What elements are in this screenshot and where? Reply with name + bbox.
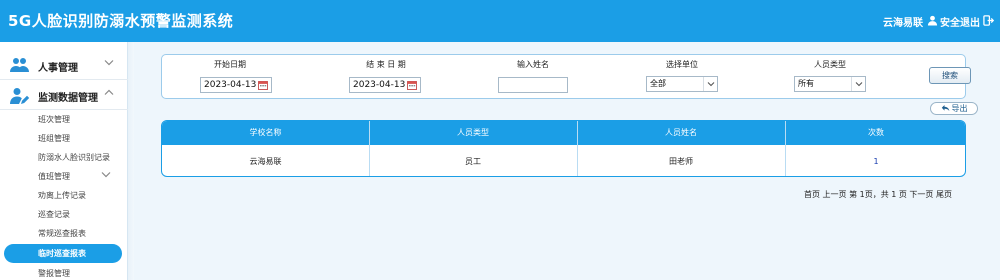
column-header-school: 学校名称 [249, 128, 282, 137]
calendar-icon[interactable] [258, 80, 268, 95]
cell-count[interactable]: 1 [785, 145, 965, 176]
sidebar-item-label: 防溺水人脸识别记录 [38, 153, 110, 162]
name-input[interactable] [498, 77, 568, 93]
chevron-down-icon [101, 171, 111, 181]
name-label: 输入姓名 [517, 60, 549, 69]
sidebar-item-dissuasion-records[interactable]: 劝离上传记录 [0, 186, 128, 205]
start-date-label: 开始日期 [214, 60, 246, 69]
user-menu[interactable]: 云海易联 [883, 14, 938, 29]
cell-type: 员工 [465, 157, 481, 166]
cell-name: 田老师 [669, 157, 693, 166]
cell-school: 云海易联 [249, 157, 282, 166]
start-date-value: 2023-04-13 [204, 80, 257, 90]
chevron-up-icon [104, 89, 114, 99]
sidebar-item-face-records[interactable]: 防溺水人脸识别记录 [0, 148, 128, 167]
logout-button[interactable]: 安全退出 [940, 14, 995, 29]
sidebar-item-label: 班组管理 [38, 134, 70, 143]
logout-icon [983, 14, 995, 29]
sidebar-item-temporary-patrol-report[interactable]: 临时巡查报表 [4, 244, 122, 263]
data-table: 学校名称 人员类型 人员姓名 次数 云海易联 员工 田老师 1 [161, 120, 966, 177]
start-date-input[interactable]: 2023-04-13 [200, 77, 272, 93]
end-date-input[interactable]: 2023-04-13 [349, 77, 421, 93]
unit-select-value: 全部 [650, 79, 666, 88]
end-date-label: 结 束 日 期 [366, 60, 406, 69]
sidebar-item-regular-patrol-report[interactable]: 常规巡查报表 [0, 224, 128, 243]
top-header: 5G人脸识别防溺水预警监测系统 云海易联 安全退出 [0, 0, 1000, 42]
sidebar: 人事管理 监测数据管理 班次管理 班组管理 防溺水人脸识别记录 值班管理 劝离上… [0, 42, 128, 280]
search-button[interactable]: 搜索 [929, 67, 971, 84]
sidebar-item-duty-management[interactable]: 值班管理 [0, 167, 128, 186]
export-label: 导出 [951, 104, 968, 113]
end-date-value: 2023-04-13 [353, 80, 406, 90]
chevron-down-icon [703, 77, 717, 91]
sidebar-item-label: 巡查记录 [38, 210, 70, 219]
sidebar-item-label: 常规巡查报表 [38, 229, 86, 238]
unit-label: 选择单位 [666, 60, 698, 69]
sidebar-group-label: 人事管理 [38, 63, 78, 74]
column-header-name: 人员姓名 [665, 128, 697, 137]
user-name: 云海易联 [883, 18, 923, 29]
column-header-count: 次数 [868, 128, 884, 137]
sidebar-item-label: 临时巡查报表 [38, 249, 86, 258]
user-icon [927, 15, 938, 29]
logout-label: 安全退出 [940, 18, 980, 29]
calendar-icon[interactable] [407, 80, 417, 95]
sidebar-group-personnel[interactable]: 人事管理 [0, 50, 128, 80]
sidebar-item-label: 班次管理 [38, 115, 70, 124]
column-header-type: 人员类型 [457, 128, 489, 137]
users-icon [10, 57, 30, 76]
type-select[interactable]: 所有 [794, 76, 866, 92]
type-label: 人员类型 [814, 60, 846, 69]
pagination[interactable]: 首页 上一页 第 1页，共 1 页 下一页 尾页 [804, 189, 952, 200]
main-content: 开始日期 2023-04-13 结 束 日 期 2023-04-13 输入姓名 … [134, 42, 1000, 280]
export-button[interactable]: 导出 [930, 102, 978, 115]
filter-panel: 开始日期 2023-04-13 结 束 日 期 2023-04-13 输入姓名 … [161, 54, 971, 99]
unit-select[interactable]: 全部 [646, 76, 718, 92]
user-edit-icon [10, 87, 30, 108]
chevron-down-icon [851, 77, 865, 91]
sidebar-item-label: 警报管理 [38, 269, 70, 278]
export-icon [941, 104, 950, 114]
sidebar-item-alarm-management[interactable]: 警报管理 [0, 264, 128, 280]
sidebar-item-shift-management[interactable]: 班次管理 [0, 110, 128, 129]
sidebar-item-label: 劝离上传记录 [38, 191, 86, 200]
chevron-down-icon [104, 59, 114, 69]
sidebar-group-label: 监测数据管理 [38, 93, 98, 104]
app-title: 5G人脸识别防溺水预警监测系统 [8, 12, 234, 30]
sidebar-item-label: 值班管理 [38, 172, 70, 181]
sidebar-group-monitoring[interactable]: 监测数据管理 [0, 80, 128, 110]
sidebar-item-team-management[interactable]: 班组管理 [0, 129, 128, 148]
sidebar-item-patrol-records[interactable]: 巡查记录 [0, 205, 128, 224]
type-select-value: 所有 [798, 79, 814, 88]
